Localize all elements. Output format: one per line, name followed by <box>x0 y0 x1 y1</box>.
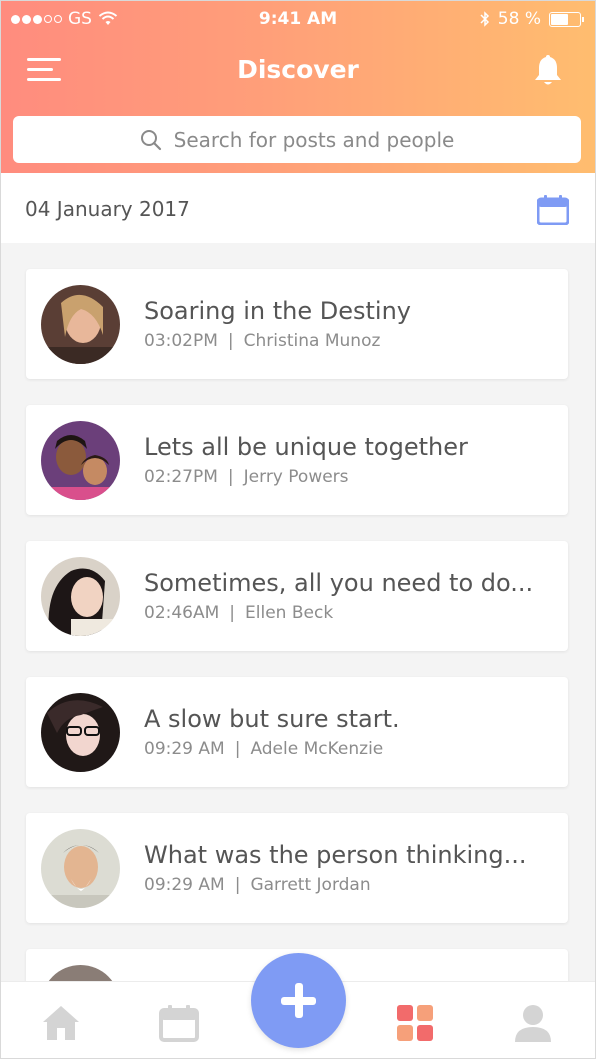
battery-icon <box>549 11 584 27</box>
status-right: 58 % <box>480 9 584 29</box>
post-meta: 03:02PM | Christina Munoz <box>144 331 381 351</box>
search-placeholder: Search for posts and people <box>173 127 455 152</box>
post-author: Jerry Powers <box>243 467 349 487</box>
post-meta: 02:27PM | Jerry Powers <box>144 467 349 487</box>
calendar-icon[interactable] <box>537 195 569 225</box>
avatar <box>41 285 120 364</box>
post-author: Christina Munoz <box>243 331 381 351</box>
battery-percent: 58 % <box>497 9 541 29</box>
avatar <box>41 557 120 636</box>
current-date: 04 January 2017 <box>25 197 190 221</box>
app-header: GS 9:41 AM 58 % Discover Search for post… <box>1 1 595 173</box>
post-time: 02:27PM <box>144 467 218 487</box>
post-author: Adele McKenzie <box>250 739 384 759</box>
post-author: Garrett Jordan <box>250 875 371 895</box>
post-card[interactable]: What was the person thinking... 09:29 AM… <box>26 813 568 923</box>
post-card[interactable]: Soaring in the Destiny 03:02PM | Christina… <box>26 269 568 379</box>
avatar <box>41 693 120 772</box>
home-icon[interactable] <box>41 1004 81 1042</box>
avatar <box>41 421 120 500</box>
date-row: 04 January 2017 <box>1 173 595 243</box>
search-icon <box>140 129 161 150</box>
post-card[interactable]: A slow but sure start. 09:29 AM | Adele Mc… <box>26 677 568 787</box>
status-bar: GS 9:41 AM 58 % <box>1 9 595 31</box>
post-meta: 09:29 AM | Garrett Jordan <box>144 875 371 895</box>
post-title: Lets all be unique together <box>144 433 468 461</box>
profile-icon[interactable] <box>513 1004 553 1042</box>
post-card[interactable]: Lets all be unique together 02:27PM | Jerr… <box>26 405 568 515</box>
post-author: Ellen Beck <box>245 603 334 623</box>
post-title: Soaring in the Destiny <box>144 297 411 325</box>
post-time: 03:02PM <box>144 331 218 351</box>
post-time: 02:46AM <box>144 603 220 623</box>
add-post-button[interactable] <box>251 953 346 1048</box>
calendar-tab-icon[interactable] <box>159 1004 199 1042</box>
post-title: A slow but sure start. <box>144 705 400 733</box>
page-title: Discover <box>237 55 359 84</box>
post-time: 09:29 AM <box>144 875 225 895</box>
avatar <box>41 829 120 908</box>
app-screen: GS 9:41 AM 58 % Discover Search for post… <box>0 0 596 1059</box>
post-card[interactable]: Sometimes, all you need to do... 02:46AM… <box>26 541 568 651</box>
search-input[interactable]: Search for posts and people <box>13 116 581 163</box>
post-title: What was the person thinking... <box>144 841 527 869</box>
grid-icon[interactable] <box>395 1004 435 1042</box>
bell-icon[interactable] <box>533 53 563 87</box>
post-meta: 02:46AM | Ellen Beck <box>144 603 334 623</box>
post-time: 09:29 AM <box>144 739 225 759</box>
post-meta: 09:29 AM | Adele McKenzie <box>144 739 384 759</box>
post-title: Sometimes, all you need to do... <box>144 569 534 597</box>
bluetooth-icon <box>480 11 489 27</box>
